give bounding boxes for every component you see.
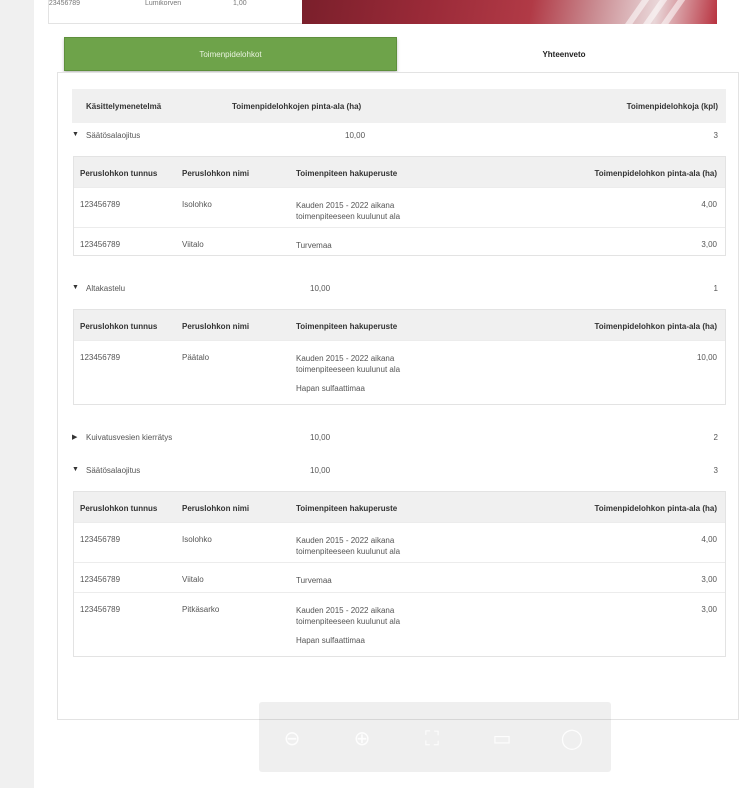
caret-down-icon[interactable]: ▼ (72, 131, 79, 138)
row-basis: Hapan sulfaattimaa (296, 636, 365, 645)
caret-down-icon[interactable]: ▼ (72, 466, 79, 473)
group-name: Säätösalaojitus (86, 466, 141, 475)
row-basis: Kauden 2015 - 2022 aikana toimenpiteesee… (296, 606, 401, 626)
left-gutter (0, 0, 34, 788)
table-row: 123456789 Pitkäsarko Kauden 2015 - 2022 ai… (74, 592, 725, 658)
top-summary-card: 123456789 Lumikorven 1,00 (48, 0, 304, 24)
group-name: Kuivatusvesien kierrätys (86, 433, 173, 442)
group-row[interactable]: ▼ Säätösalaojitus 10,00 3 (72, 458, 726, 484)
row-basis: Turvemaa (296, 576, 332, 585)
content-panel: Käsittelymenetelmä Toimenpidelohkojen pi… (57, 72, 739, 720)
fullscreen-icon[interactable]: ⛶ (419, 726, 445, 752)
col-tunnus: Peruslohkon tunnus (80, 169, 158, 178)
top-row-id: 123456789 (48, 0, 81, 7)
header-lohkoja: Toimenpidelohkoja (kpl) (626, 102, 718, 111)
group-area: 10,00 (310, 466, 331, 475)
col-nimi: Peruslohkon nimi (182, 504, 250, 513)
col-pinta-ala: Toimenpidelohkon pinta-ala (ha) (594, 169, 717, 178)
group-name: Altakastelu (86, 284, 126, 293)
lohko-table-header: Peruslohkon tunnus Peruslohkon nimi Toimen… (74, 310, 725, 340)
lohko-table-header: Peruslohkon tunnus Peruslohkon nimi Toimen… (74, 157, 725, 187)
col-hakuperuste: Toimenpiteen hakuperuste (296, 169, 398, 178)
row-id: 123456789 (80, 535, 121, 544)
tab-bar: Toimenpidelohkot Yhteenveto (64, 37, 731, 71)
group-row[interactable]: ▼ Altakastelu 10,00 1 (72, 276, 726, 302)
row-name: Isolohko (182, 535, 212, 544)
lohko-table: Peruslohkon tunnus Peruslohkon nimi Toimen… (73, 309, 726, 405)
header-kasittelymenetelma: Käsittelymenetelmä (86, 102, 162, 111)
group-area: 10,00 (310, 284, 331, 293)
col-hakuperuste: Toimenpiteen hakuperuste (296, 322, 398, 331)
row-id: 123456789 (80, 605, 121, 614)
comment-icon[interactable]: ▭ (489, 726, 515, 752)
row-area: 3,00 (701, 605, 717, 614)
row-area: 3,00 (701, 240, 717, 249)
row-id: 123456789 (80, 575, 121, 584)
top-row-name: Lumikorven (145, 0, 182, 7)
table-row: 123456789 Isolohko Kauden 2015 - 2022 aika… (74, 522, 725, 562)
chat-icon[interactable]: ◯ (559, 726, 585, 752)
table-row: 123456789 Viitalo Turvemaa 3,00 (74, 562, 725, 592)
caret-right-icon[interactable]: ▶ (72, 433, 77, 441)
row-name: Viitalo (182, 575, 204, 584)
zoom-in-icon[interactable]: ⊕ (349, 726, 375, 752)
row-area: 4,00 (701, 535, 717, 544)
row-name: Viitalo (182, 240, 204, 249)
header-image (302, 0, 717, 24)
top-row-value: 1,00 (233, 0, 247, 7)
col-pinta-ala: Toimenpidelohkon pinta-ala (ha) (594, 322, 717, 331)
col-tunnus: Peruslohkon tunnus (80, 322, 158, 331)
group-area: 10,00 (310, 433, 331, 442)
group-count: 3 (713, 466, 718, 475)
header-pinta-ala: Toimenpidelohkojen pinta-ala (ha) (232, 102, 362, 111)
row-name: Isolohko (182, 200, 212, 209)
page: 123456789 Lumikorven 1,00 Toimenpidelohk… (34, 0, 751, 788)
lohko-table: Peruslohkon tunnus Peruslohkon nimi Toimen… (73, 156, 726, 256)
group-row[interactable]: ▼ Säätösalaojitus 10,00 3 (72, 123, 726, 149)
tab-toimenpidelohkot[interactable]: Toimenpidelohkot (64, 37, 397, 71)
row-id: 123456789 (80, 240, 121, 249)
group-count: 1 (713, 284, 718, 293)
group-count: 2 (713, 433, 718, 442)
group-count: 3 (713, 131, 718, 140)
col-nimi: Peruslohkon nimi (182, 169, 250, 178)
row-id: 123456789 (80, 353, 121, 362)
row-area: 3,00 (701, 575, 717, 584)
row-name: Pitkäsarko (182, 605, 220, 614)
row-basis: Turvemaa (296, 241, 332, 250)
caret-down-icon[interactable]: ▼ (72, 284, 79, 291)
table-row: 123456789 Isolohko Kauden 2015 - 2022 aika… (74, 187, 725, 227)
col-tunnus: Peruslohkon tunnus (80, 504, 158, 513)
summary-header: Käsittelymenetelmä Toimenpidelohkojen pi… (72, 89, 726, 123)
lohko-table-header: Peruslohkon tunnus Peruslohkon nimi Toimen… (74, 492, 725, 522)
row-name: Päätalo (182, 353, 210, 362)
group-area: 10,00 (345, 131, 366, 140)
col-hakuperuste: Toimenpiteen hakuperuste (296, 504, 398, 513)
row-basis: Kauden 2015 - 2022 aikana toimenpiteesee… (296, 201, 401, 221)
col-pinta-ala: Toimenpidelohkon pinta-ala (ha) (594, 504, 717, 513)
viewer-toolbar: ⊖ ⊕ ⛶ ▭ ◯ (259, 702, 611, 772)
group-name: Säätösalaojitus (86, 131, 141, 140)
row-area: 10,00 (696, 353, 717, 362)
lohko-table: Peruslohkon tunnus Peruslohkon nimi Toimen… (73, 491, 726, 657)
table-row: 123456789 Päätalo Kauden 2015 - 2022 aikan… (74, 340, 725, 406)
group-row[interactable]: ▶ Kuivatusvesien kierrätys 10,00 2 (72, 425, 726, 451)
row-basis: Kauden 2015 - 2022 aikana toimenpiteesee… (296, 536, 401, 556)
col-nimi: Peruslohkon nimi (182, 322, 250, 331)
row-basis: Hapan sulfaattimaa (296, 384, 365, 393)
tab-yhteenveto[interactable]: Yhteenveto (397, 37, 731, 71)
row-basis: Kauden 2015 - 2022 aikana toimenpiteesee… (296, 354, 401, 374)
table-row: 123456789 Viitalo Turvemaa 3,00 (74, 227, 725, 257)
row-area: 4,00 (701, 200, 717, 209)
row-id: 123456789 (80, 200, 121, 209)
zoom-out-icon[interactable]: ⊖ (279, 726, 305, 752)
